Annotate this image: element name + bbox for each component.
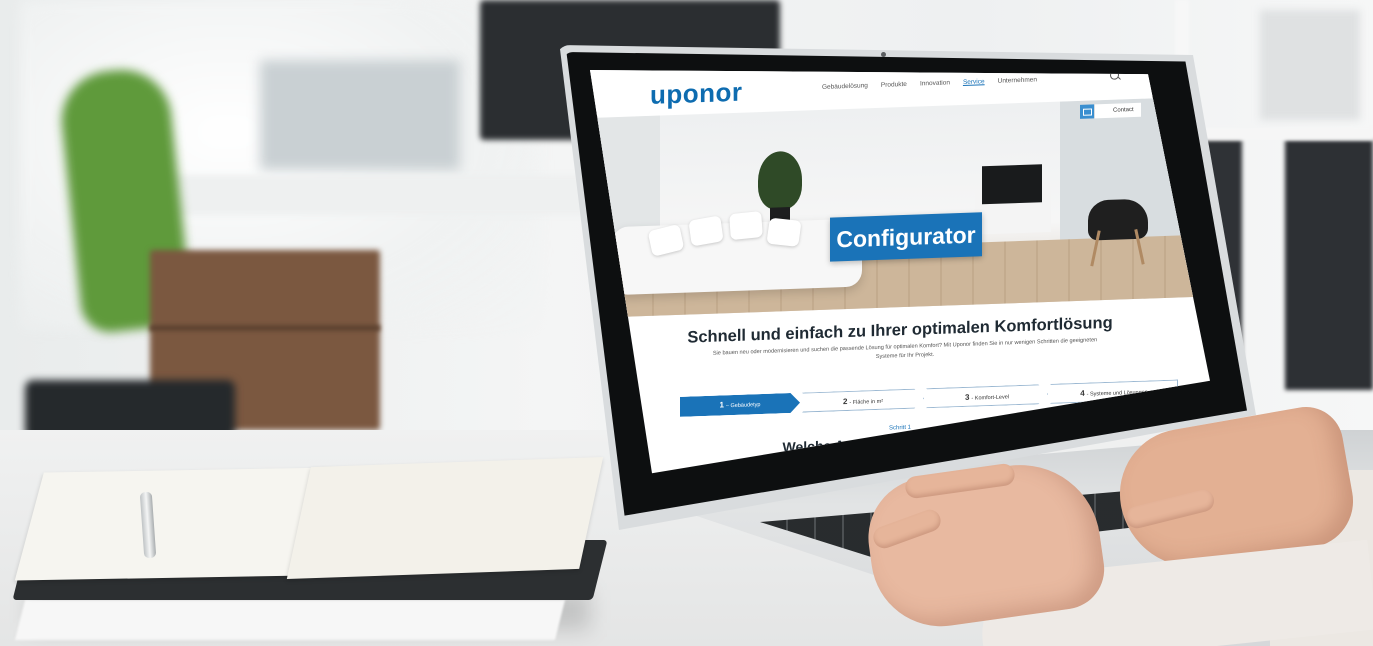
nav-item-unternehmen[interactable]: Unternehmen bbox=[998, 76, 1037, 84]
step-label: - Komfort-Level bbox=[971, 394, 1010, 402]
contact-button[interactable]: Contact bbox=[1095, 102, 1141, 119]
plant-leaves bbox=[758, 150, 802, 211]
step-label: - Fläche in m² bbox=[849, 398, 884, 406]
main-nav: Gebäudelösung Produkte Innovation Servic… bbox=[822, 76, 1037, 91]
notebook-page-left bbox=[14, 467, 336, 581]
step-label: – Gebäudetyp bbox=[725, 402, 761, 410]
cushion bbox=[729, 210, 763, 241]
blurred-objects bbox=[260, 60, 460, 170]
cushion bbox=[688, 215, 724, 247]
office-photo: uponor Gebäudelösung Produkte Innovation… bbox=[0, 0, 1373, 646]
nav-item-service[interactable]: Service bbox=[963, 78, 985, 86]
paper-sheet bbox=[15, 600, 565, 640]
step-number: 3 bbox=[964, 392, 970, 402]
step-1-tab[interactable]: 1– Gebäudetyp bbox=[680, 393, 800, 417]
cabinet-drawer-line bbox=[150, 325, 380, 331]
nav-item-gebaeudeloesung[interactable]: Gebäudelösung bbox=[822, 82, 868, 91]
webcam-icon bbox=[881, 52, 886, 57]
cushion bbox=[766, 217, 802, 247]
uponor-logo[interactable]: uponor bbox=[650, 77, 743, 111]
notebook-page-right bbox=[286, 456, 604, 580]
tv-screen bbox=[982, 164, 1042, 205]
contact-icon[interactable] bbox=[1080, 104, 1094, 119]
step-number: 2 bbox=[842, 397, 848, 407]
configurator-badge: Configurator bbox=[830, 212, 982, 262]
nav-item-produkte[interactable]: Produkte bbox=[881, 81, 907, 89]
hero-banner: Contact Configurator bbox=[590, 96, 1210, 318]
step-number: 4 bbox=[1080, 388, 1085, 398]
nav-item-innovation[interactable]: Innovation bbox=[920, 79, 950, 87]
step-3-tab[interactable]: 3- Komfort-Level bbox=[926, 384, 1048, 408]
step-number: 1 bbox=[719, 400, 724, 410]
step-2-tab[interactable]: 2- Fläche in m² bbox=[802, 388, 924, 412]
